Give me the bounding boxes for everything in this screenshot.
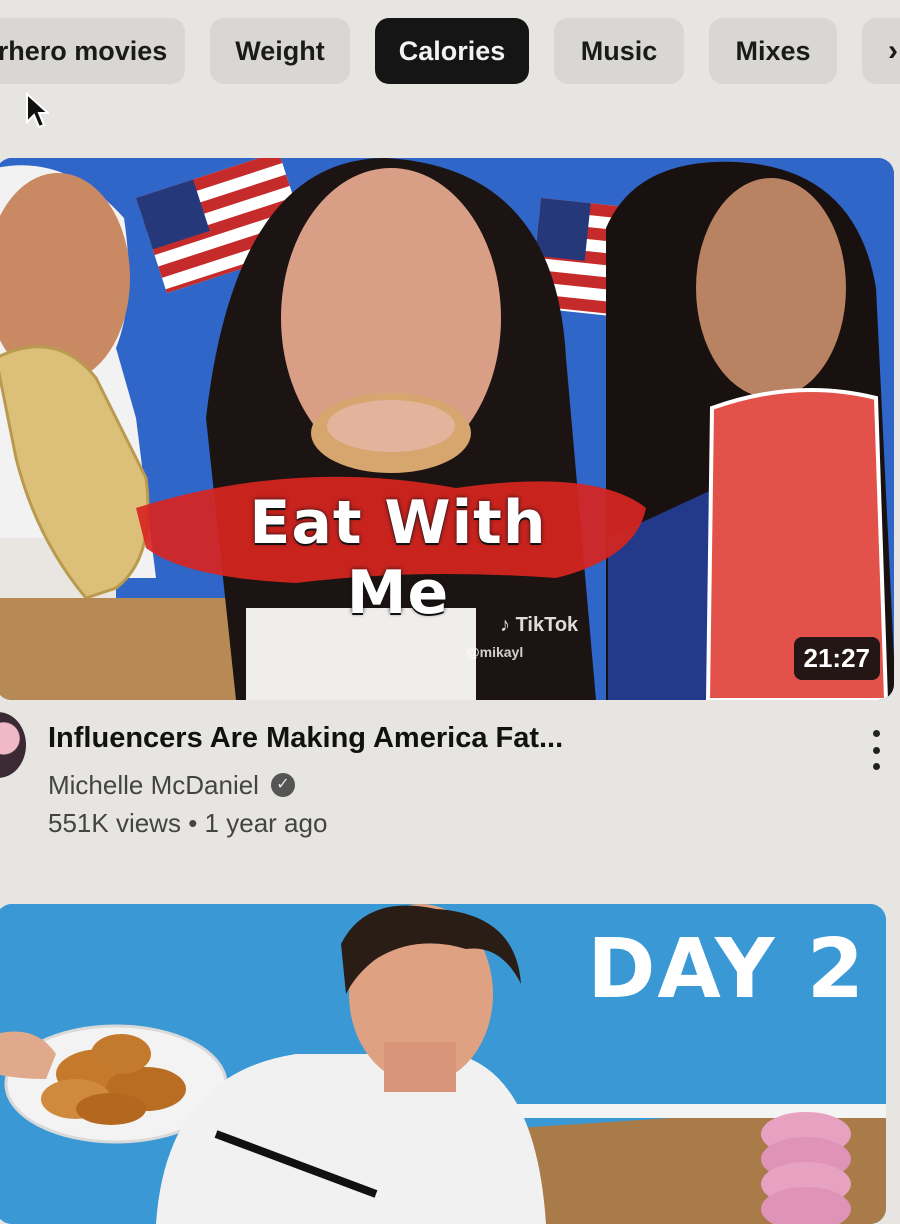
video-thumbnail[interactable]: Eat With Me ♪ TikTok @mikayl 21:27 — [0, 158, 894, 700]
video-thumbnail-2[interactable]: DAY 2 — [0, 904, 886, 1224]
chevron-right-icon: › — [888, 34, 898, 67]
tiktok-watermark: ♪ TikTok — [500, 614, 578, 637]
person-right — [606, 161, 894, 700]
more-options-icon[interactable] — [862, 730, 890, 770]
donut-stack — [761, 1112, 851, 1224]
chip-calories[interactable]: Calories — [375, 18, 529, 84]
video-metadata: 551K views • 1 year ago — [48, 808, 327, 839]
chip-superhero-movies[interactable]: rhero movies — [0, 18, 185, 84]
tiktok-icon: ♪ — [500, 614, 510, 636]
tiktok-watermark-text: TikTok — [515, 614, 579, 636]
channel-name[interactable]: Michelle McDaniel — [48, 770, 259, 801]
tiktok-handle: @mikayl — [466, 644, 524, 660]
chip-scroll-next-button[interactable]: › — [862, 18, 900, 84]
thumbnail-caption: Eat With Me — [249, 488, 547, 628]
chip-music[interactable]: Music — [554, 18, 684, 84]
chip-mixes[interactable]: Mixes — [709, 18, 837, 84]
mouse-cursor-icon — [26, 92, 49, 129]
upload-age: 1 year ago — [204, 808, 328, 838]
channel-row: Michelle McDaniel ✓ — [48, 768, 295, 802]
thumbnail-caption-2: DAY 2 — [587, 922, 866, 1017]
meta-separator: • — [188, 808, 198, 838]
view-count: 551K views — [48, 808, 181, 838]
verified-check-icon: ✓ — [270, 773, 295, 797]
channel-avatar[interactable] — [0, 712, 26, 778]
chip-weight[interactable]: Weight — [210, 18, 350, 84]
video-title[interactable]: Influencers Are Making America Fat... — [48, 722, 563, 755]
video-duration-badge: 21:27 — [793, 637, 880, 680]
filter-chip-bar: rhero movies Weight Calories Music Mixes… — [0, 0, 900, 110]
